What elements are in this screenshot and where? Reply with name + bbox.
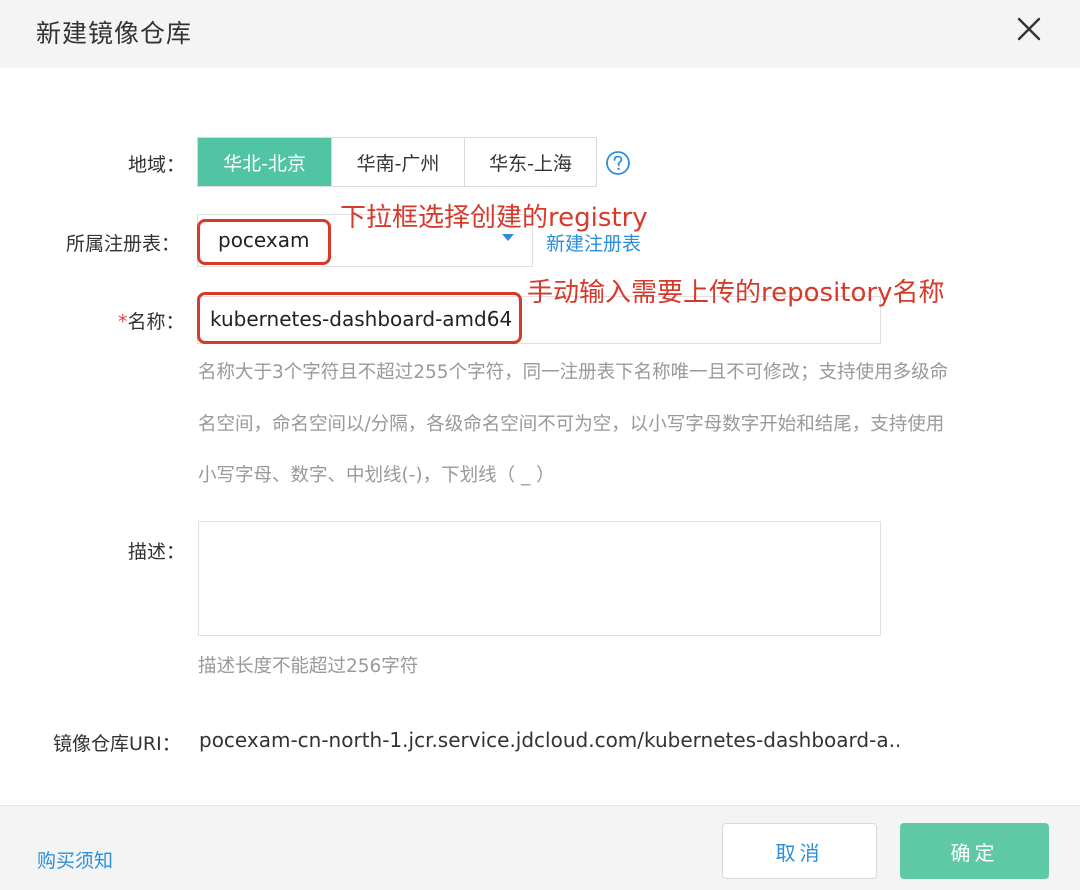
- name-label-text: 名称：: [127, 311, 185, 333]
- name-label: *名称：: [118, 307, 185, 334]
- registry-label: 所属注册表：: [66, 233, 181, 255]
- region-option-east[interactable]: 华东-上海: [464, 138, 596, 186]
- help-circle-icon: [606, 151, 630, 175]
- region-selector: 华北-北京 华南-广州 华东-上海: [197, 137, 597, 187]
- region-option-north[interactable]: 华北-北京: [198, 138, 331, 186]
- name-hint-line-1: 名称大于3个字符且不超过255个字符，同一注册表下名称唯一且不可修改；支持使用多…: [198, 362, 949, 383]
- close-icon: [1017, 17, 1041, 41]
- region-label: 地域：: [128, 154, 186, 176]
- cancel-button[interactable]: 取消: [722, 823, 877, 879]
- purchase-notice-link[interactable]: 购买须知: [37, 846, 113, 873]
- description-label: 描述：: [128, 541, 186, 563]
- name-hint-line-2: 名空间，命名空间以/分隔，各级命名空间不可为空，以小写字母数字开始和结尾，支持使…: [198, 414, 945, 435]
- caret-down-icon[interactable]: [501, 233, 515, 243]
- uri-value: pocexam-cn-north-1.jcr.service.jdcloud.c…: [199, 728, 899, 752]
- required-mark: *: [118, 311, 128, 333]
- region-option-south[interactable]: 华南-广州: [331, 138, 464, 186]
- dialog-title: 新建镜像仓库: [36, 19, 193, 48]
- registry-annotation: 下拉框选择创建的registry: [340, 203, 648, 233]
- name-annotation-box: [197, 292, 522, 344]
- uri-label: 镜像仓库URI：: [53, 733, 181, 755]
- close-button[interactable]: [1013, 13, 1045, 45]
- help-button[interactable]: [605, 150, 631, 176]
- name-annotation: 手动输入需要上传的repository名称: [527, 278, 945, 308]
- description-hint: 描述长度不能超过256字符: [198, 656, 419, 677]
- confirm-button[interactable]: 确定: [900, 823, 1049, 879]
- description-textarea[interactable]: [198, 521, 881, 636]
- registry-annotation-box: [197, 219, 331, 265]
- name-hint-line-3: 小写字母、数字、中划线(-)，下划线（ _ ）: [198, 465, 555, 486]
